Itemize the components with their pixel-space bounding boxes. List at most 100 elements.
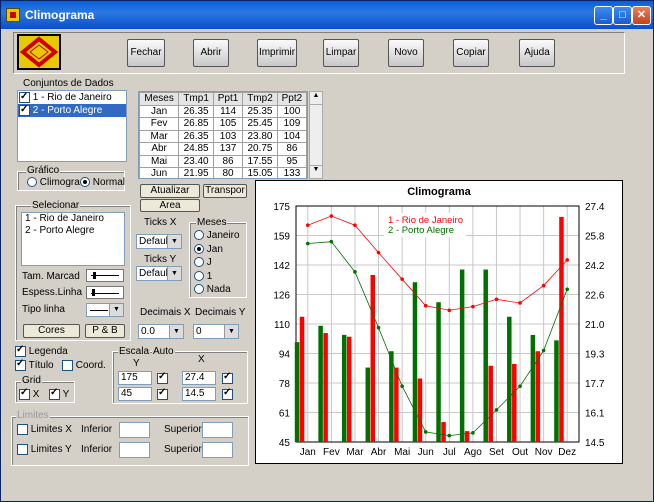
table-cell[interactable]: 25.35: [242, 104, 278, 118]
table-cell[interactable]: Fev: [139, 117, 180, 131]
legenda-check[interactable]: Legenda: [15, 344, 68, 357]
table-cell[interactable]: 26.35: [178, 104, 214, 118]
meses-radio-0[interactable]: Janeiro: [194, 230, 240, 241]
chevron-down-icon[interactable]: ▼: [109, 304, 123, 316]
area-button[interactable]: Area: [140, 199, 200, 212]
chevron-down-icon[interactable]: ▼: [169, 325, 183, 338]
x-min-input[interactable]: 14.5: [182, 387, 216, 401]
table-cell[interactable]: 25.45: [242, 117, 278, 131]
limpar-button[interactable]: Limpar: [323, 39, 359, 67]
table-cell[interactable]: 26.85: [178, 117, 214, 131]
table-cell[interactable]: Mai: [139, 154, 180, 168]
inferior-y-input[interactable]: [119, 442, 150, 458]
pb-button[interactable]: P & B: [85, 324, 125, 338]
table-cell[interactable]: 104: [276, 129, 307, 143]
table-cell[interactable]: 24.85: [178, 142, 214, 156]
data-table[interactable]: Meses Tmp1 Ppt1 Tmp2 Ppt2 Jan 26.35 114 25.35 100…: [138, 91, 308, 179]
ticks-y-combo[interactable]: Default ▼: [136, 266, 182, 281]
radio-normal[interactable]: Normal: [80, 177, 125, 188]
table-cell[interactable]: 105: [212, 117, 244, 131]
title-bar[interactable]: Climograma _ □ ✕: [1, 1, 653, 29]
tam-marcad-slider[interactable]: [86, 269, 124, 282]
datasets-list[interactable]: 1 - Rio de Janeiro 2 - Porto Alegre: [17, 90, 127, 162]
table-cell[interactable]: Mar: [139, 129, 180, 143]
meses-radio-4[interactable]: Nada: [194, 284, 231, 295]
table-cell[interactable]: 26.35: [178, 129, 214, 143]
logo-icon[interactable]: [17, 34, 61, 70]
table-row[interactable]: Abr 24.85 137 20.75 86: [139, 142, 307, 156]
minimize-button[interactable]: _: [594, 6, 613, 25]
table-row[interactable]: Jan 26.35 114 25.35 100: [139, 104, 307, 118]
y-min-auto-check[interactable]: [157, 387, 168, 400]
abrir-button[interactable]: Abrir: [193, 39, 229, 67]
novo-button[interactable]: Novo: [388, 39, 424, 67]
table-cell[interactable]: 103: [212, 129, 244, 143]
superior-y-input[interactable]: [202, 442, 233, 458]
radio-climogra[interactable]: Climogra: [27, 177, 80, 188]
table-row[interactable]: Mai 23.40 86 17.55 95: [139, 154, 307, 168]
chevron-down-icon[interactable]: ▼: [167, 235, 181, 248]
dataset-checkbox[interactable]: [19, 103, 30, 116]
scroll-up-icon[interactable]: ▲: [310, 92, 322, 105]
espess-linha-slider[interactable]: [86, 286, 124, 299]
superior-x-input[interactable]: [202, 422, 233, 438]
fechar-button[interactable]: Fechar: [127, 39, 165, 67]
table-cell[interactable]: 17.55: [242, 154, 278, 168]
cores-button[interactable]: Cores: [23, 324, 80, 338]
selecionar-item[interactable]: 2 - Porto Alegre: [22, 225, 124, 237]
y-max-auto-check[interactable]: [157, 371, 168, 384]
decimais-x-combo[interactable]: 0.0 ▼: [138, 324, 184, 339]
table-cell[interactable]: 15.05: [242, 167, 278, 178]
dataset-item[interactable]: 2 - Porto Alegre: [18, 103, 126, 117]
table-header-cell[interactable]: Ppt1: [212, 92, 244, 106]
table-cell[interactable]: 109: [276, 117, 307, 131]
table-cell[interactable]: 133: [276, 167, 307, 178]
table-row[interactable]: Mar 26.35 103 23.80 104: [139, 129, 307, 143]
decimais-y-combo[interactable]: 0 ▼: [193, 324, 239, 339]
table-cell[interactable]: 23.40: [178, 154, 214, 168]
table-header-cell[interactable]: Tmp1: [178, 92, 214, 106]
table-cell[interactable]: 23.80: [242, 129, 278, 143]
table-cell[interactable]: 21.95: [178, 167, 214, 178]
table-scrollbar[interactable]: ▲ ▼: [309, 91, 323, 179]
copiar-button[interactable]: Copiar: [453, 39, 489, 67]
table-row[interactable]: Jun 21.95 80 15.05 133: [139, 167, 307, 178]
chevron-down-icon[interactable]: ▼: [224, 325, 238, 338]
table-header-cell[interactable]: Meses: [139, 92, 180, 106]
table-cell[interactable]: 100: [276, 104, 307, 118]
table-cell[interactable]: 86: [212, 154, 244, 168]
table-cell[interactable]: 86: [276, 142, 307, 156]
atualizar-button[interactable]: Atualizar: [140, 184, 200, 198]
meses-radio-2[interactable]: J: [194, 257, 212, 268]
table-cell[interactable]: 95: [276, 154, 307, 168]
table-cell[interactable]: Jun: [139, 167, 180, 178]
dataset-checkbox[interactable]: [19, 90, 30, 103]
table-row[interactable]: Fev 26.85 105 25.45 109: [139, 117, 307, 131]
meses-radio-3[interactable]: 1: [194, 271, 212, 282]
titulo-check[interactable]: Título: [15, 358, 54, 371]
selecionar-list[interactable]: 1 - Rio de Janeiro 2 - Porto Alegre: [21, 212, 125, 266]
table-cell[interactable]: 137: [212, 142, 244, 156]
table-cell[interactable]: Abr: [139, 142, 180, 156]
grid-x-check[interactable]: X: [19, 387, 39, 400]
chevron-down-icon[interactable]: ▼: [167, 267, 181, 280]
y-max-input[interactable]: 175: [118, 371, 152, 385]
ajuda-button[interactable]: Ajuda: [519, 39, 555, 67]
tipo-linha-combo[interactable]: ▼: [86, 303, 124, 317]
coord-check[interactable]: Coord.: [62, 360, 106, 371]
x-max-input[interactable]: 27.4: [182, 371, 216, 385]
ticks-x-combo[interactable]: Default ▼: [136, 234, 182, 249]
inferior-x-input[interactable]: [119, 422, 150, 438]
limites-x-check[interactable]: Limites X: [17, 424, 72, 435]
scroll-down-icon[interactable]: ▼: [310, 165, 322, 178]
limites-y-check[interactable]: Limites Y: [17, 444, 72, 455]
imprimir-button[interactable]: Imprimir: [257, 39, 297, 67]
table-header-cell[interactable]: Tmp2: [242, 92, 278, 106]
meses-radio-1[interactable]: Jan: [194, 244, 223, 255]
selecionar-item[interactable]: 1 - Rio de Janeiro: [22, 213, 124, 225]
transpor-button[interactable]: Transpor: [203, 184, 247, 198]
table-cell[interactable]: 114: [212, 104, 244, 118]
y-min-input[interactable]: 45: [118, 387, 152, 401]
table-cell[interactable]: 80: [212, 167, 244, 178]
x-max-auto-check[interactable]: [222, 371, 233, 384]
